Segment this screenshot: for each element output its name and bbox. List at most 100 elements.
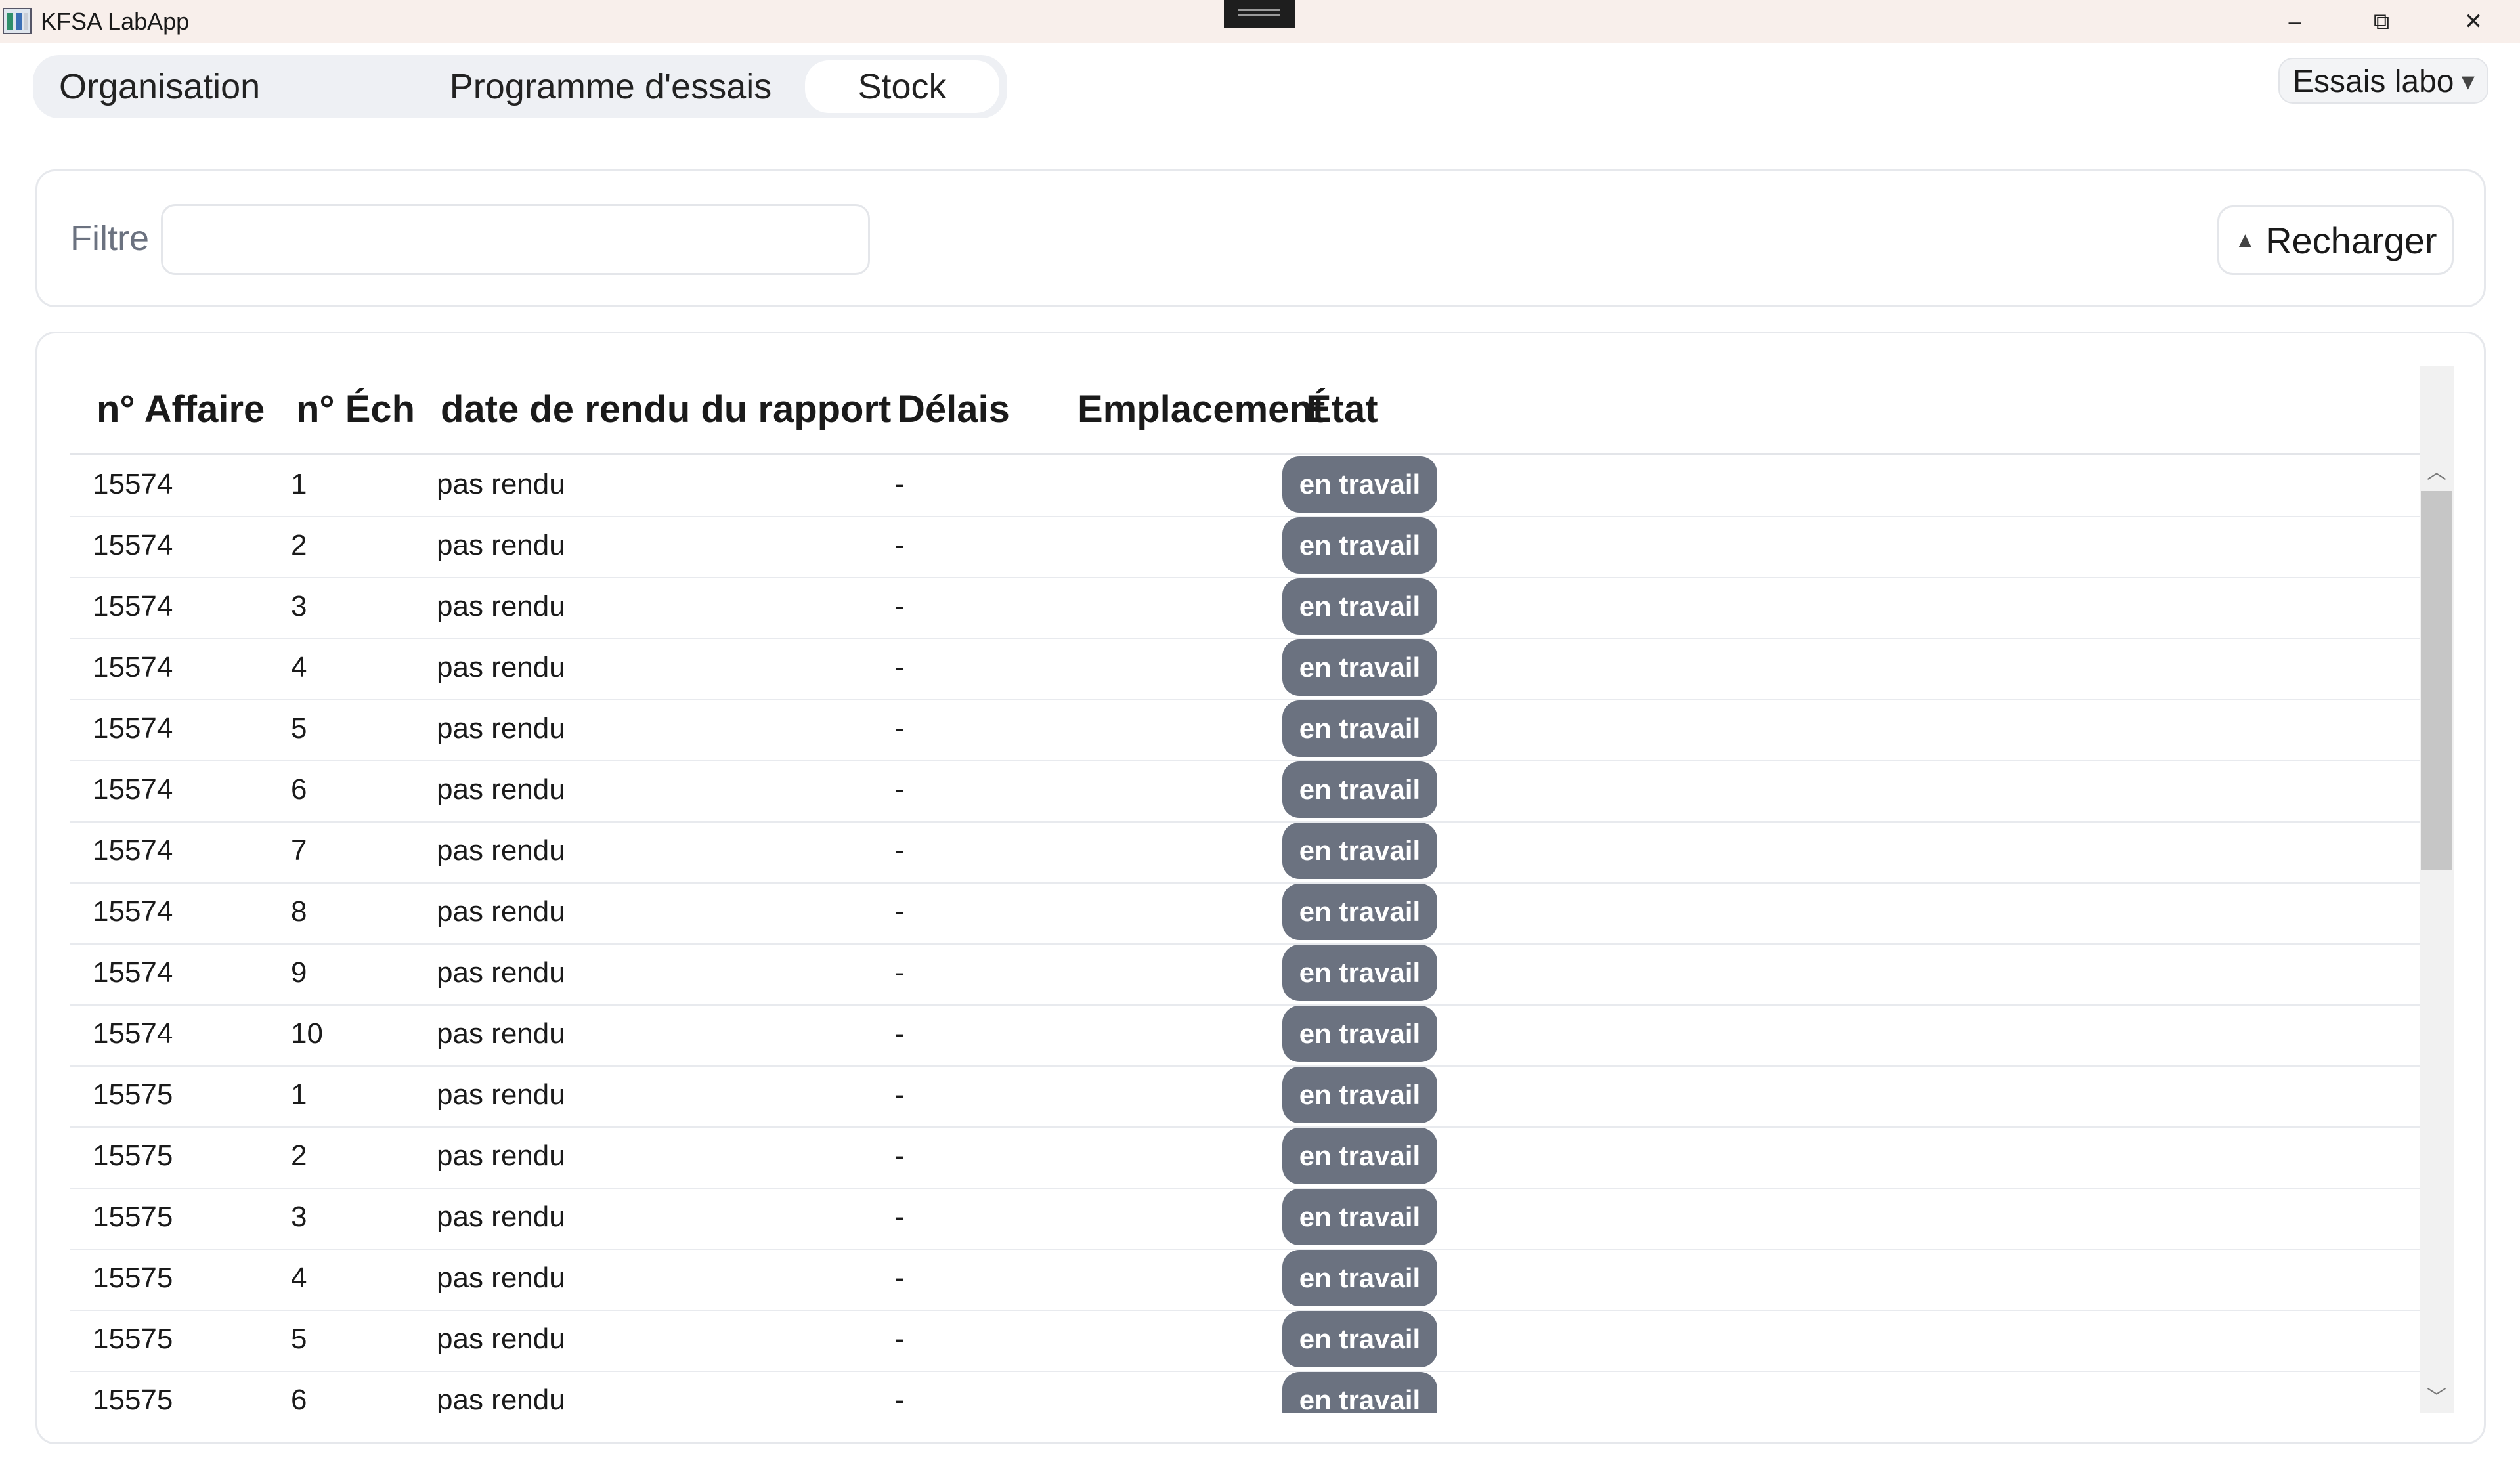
- cell-echantillon: 9: [291, 956, 307, 989]
- column-header-emplacement[interactable]: Emplacement: [1077, 389, 1325, 431]
- chevron-down-icon: ▼: [2457, 70, 2479, 95]
- filter-label: Filtre: [70, 219, 149, 258]
- table-row[interactable]: 15575 4 pas rendu - en travail: [70, 1249, 2454, 1311]
- table-row[interactable]: 15574 8 pas rendu - en travail: [70, 882, 2454, 945]
- cell-echantillon: 3: [291, 590, 307, 622]
- stock-table-panel: n° Affaire n° Éch date de rendu du rappo…: [35, 332, 2486, 1444]
- cell-affaire: 15575: [93, 1323, 173, 1355]
- cell-delais: -: [895, 834, 905, 867]
- column-header-affaire[interactable]: n° Affaire: [97, 389, 265, 431]
- cell-delais: -: [895, 529, 905, 561]
- cell-date-rendu: pas rendu: [437, 956, 565, 989]
- cell-date-rendu: pas rendu: [437, 651, 565, 683]
- scroll-down-icon[interactable]: ﹀: [2420, 1384, 2454, 1413]
- cell-date-rendu: pas rendu: [437, 1140, 565, 1172]
- cell-affaire: 15574: [93, 956, 173, 989]
- table-row[interactable]: 15575 3 pas rendu - en travail: [70, 1188, 2454, 1250]
- status-badge[interactable]: en travail: [1282, 1067, 1437, 1123]
- cell-affaire: 15575: [93, 1201, 173, 1233]
- tab-organisation[interactable]: Organisation: [59, 60, 260, 113]
- cell-delais: -: [895, 1262, 905, 1294]
- mode-select[interactable]: Essais labo ▼: [2278, 58, 2488, 104]
- cell-echantillon: 1: [291, 1079, 307, 1111]
- vertical-scrollbar[interactable]: ︿ ﹀: [2420, 366, 2454, 1413]
- cell-date-rendu: pas rendu: [437, 590, 565, 622]
- window-title: KFSA LabApp: [41, 8, 190, 35]
- cell-delais: -: [895, 651, 905, 683]
- cell-delais: -: [895, 895, 905, 928]
- table-row[interactable]: 15574 10 pas rendu - en travail: [70, 1004, 2454, 1067]
- column-header-etat[interactable]: État: [1306, 389, 1378, 431]
- cell-echantillon: 2: [291, 1140, 307, 1172]
- table-row[interactable]: 15574 1 pas rendu - en travail: [70, 455, 2454, 517]
- scroll-up-icon[interactable]: ︿: [2420, 458, 2454, 487]
- cell-affaire: 15575: [93, 1140, 173, 1172]
- table-row[interactable]: 15574 3 pas rendu - en travail: [70, 577, 2454, 639]
- cell-echantillon: 5: [291, 712, 307, 744]
- cell-echantillon: 8: [291, 895, 307, 928]
- reload-button[interactable]: ▲ Recharger: [2217, 205, 2454, 275]
- status-badge[interactable]: en travail: [1282, 823, 1437, 879]
- cell-affaire: 15574: [93, 712, 173, 744]
- title-bar: KFSA LabApp – ⧉ ✕: [0, 0, 2520, 43]
- table-body: 15574 1 pas rendu - en travail 15574 2 pas rend…: [70, 455, 2454, 1413]
- scrollbar-thumb[interactable]: [2421, 491, 2452, 870]
- status-badge[interactable]: en travail: [1282, 945, 1437, 1001]
- status-badge[interactable]: en travail: [1282, 456, 1437, 513]
- status-badge[interactable]: en travail: [1282, 1250, 1437, 1306]
- status-badge[interactable]: en travail: [1282, 517, 1437, 574]
- table-row[interactable]: 15575 2 pas rendu - en travail: [70, 1126, 2454, 1189]
- status-badge[interactable]: en travail: [1282, 884, 1437, 940]
- cell-affaire: 15574: [93, 529, 173, 561]
- drag-handle[interactable]: [1224, 0, 1295, 28]
- cell-delais: -: [895, 590, 905, 622]
- status-badge[interactable]: en travail: [1282, 1189, 1437, 1245]
- cell-delais: -: [895, 1079, 905, 1111]
- status-badge[interactable]: en travail: [1282, 761, 1437, 818]
- table-row[interactable]: 15575 1 pas rendu - en travail: [70, 1065, 2454, 1128]
- cell-echantillon: 4: [291, 651, 307, 683]
- status-badge[interactable]: en travail: [1282, 1372, 1437, 1413]
- table-row[interactable]: 15574 5 pas rendu - en travail: [70, 699, 2454, 761]
- cell-date-rendu: pas rendu: [437, 1201, 565, 1233]
- table-row[interactable]: 15574 9 pas rendu - en travail: [70, 943, 2454, 1006]
- cell-affaire: 15574: [93, 590, 173, 622]
- cell-affaire: 15575: [93, 1384, 173, 1413]
- status-badge[interactable]: en travail: [1282, 578, 1437, 635]
- cell-delais: -: [895, 956, 905, 989]
- cell-affaire: 15574: [93, 895, 173, 928]
- cell-delais: -: [895, 773, 905, 805]
- column-header-echantillon[interactable]: n° Éch: [296, 389, 415, 431]
- filter-input[interactable]: [161, 204, 870, 275]
- table-row[interactable]: 15574 4 pas rendu - en travail: [70, 638, 2454, 700]
- table-row[interactable]: 15575 5 pas rendu - en travail: [70, 1310, 2454, 1372]
- status-badge[interactable]: en travail: [1282, 1128, 1437, 1184]
- column-header-date-rendu[interactable]: date de rendu du rapport: [441, 389, 891, 431]
- status-badge[interactable]: en travail: [1282, 639, 1437, 696]
- status-badge[interactable]: en travail: [1282, 1311, 1437, 1367]
- cell-delais: -: [895, 712, 905, 744]
- cell-affaire: 15574: [93, 468, 173, 500]
- triangle-up-icon: ▲: [2234, 227, 2257, 253]
- cell-date-rendu: pas rendu: [437, 895, 565, 928]
- app-logo-icon: [3, 8, 32, 34]
- table-row[interactable]: 15574 2 pas rendu - en travail: [70, 516, 2454, 578]
- status-badge[interactable]: en travail: [1282, 1006, 1437, 1062]
- tab-stock[interactable]: Stock: [805, 60, 999, 113]
- column-header-delais[interactable]: Délais: [898, 389, 1010, 431]
- cell-affaire: 15574: [93, 1017, 173, 1050]
- close-button[interactable]: ✕: [2437, 0, 2509, 43]
- minimize-button[interactable]: –: [2259, 0, 2331, 43]
- cell-affaire: 15574: [93, 773, 173, 805]
- cell-affaire: 15574: [93, 834, 173, 867]
- cell-delais: -: [895, 1017, 905, 1050]
- status-badge[interactable]: en travail: [1282, 700, 1437, 757]
- table-row[interactable]: 15574 6 pas rendu - en travail: [70, 760, 2454, 823]
- tab-programme-essais[interactable]: Programme d'essais: [401, 60, 821, 113]
- table-row[interactable]: 15575 6 pas rendu - en travail: [70, 1371, 2454, 1413]
- maximize-button[interactable]: ⧉: [2345, 0, 2418, 43]
- cell-echantillon: 3: [291, 1201, 307, 1233]
- cell-delais: -: [895, 1384, 905, 1413]
- cell-date-rendu: pas rendu: [437, 529, 565, 561]
- table-row[interactable]: 15574 7 pas rendu - en travail: [70, 821, 2454, 884]
